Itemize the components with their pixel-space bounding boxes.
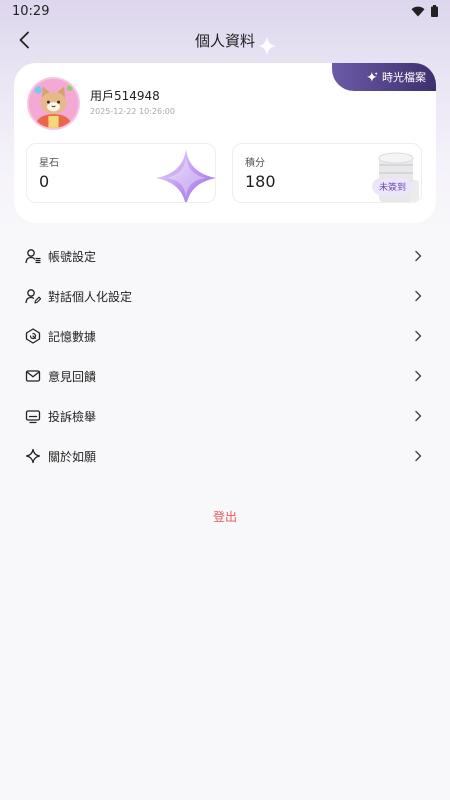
menu-item-memory-data[interactable]: 記憶數據 [0,316,450,356]
coin-stack-icon [378,152,419,202]
memory-icon [25,328,41,344]
points-stat[interactable]: 積分 180 未簽到 [232,143,422,203]
sparkle-decoration-icon [258,36,276,56]
chevron-right-icon [414,249,424,263]
report-icon [25,408,41,424]
menu-item-account-settings[interactable]: 帳號設定 [0,236,450,276]
menu-label: 記憶數據 [48,329,97,344]
menu-label: 帳號設定 [48,249,97,264]
page-header: 個人資料 [0,22,450,58]
menu-item-report[interactable]: 投訴檢舉 [0,396,450,436]
stat-label: 星石 [39,158,59,169]
avatar[interactable] [27,77,80,130]
logout-button[interactable]: 登出 [0,508,450,525]
chevron-right-icon [414,369,424,383]
sparkle-icon [25,448,41,464]
status-time: 10:29 [12,3,50,19]
wifi-icon [411,6,425,16]
stardust-stat[interactable]: 星石 0 [26,143,216,203]
stat-label: 積分 [245,158,265,169]
checkin-badge[interactable]: 未簽到 [372,178,414,195]
user-settings-icon [25,248,41,264]
chevron-right-icon [414,409,424,423]
time-archive-label: 時光檔案 [382,71,426,84]
status-bar: 10:29 [0,0,450,22]
cat-avatar-icon [29,79,78,128]
stat-value: 180 [245,172,276,191]
user-edit-icon [25,288,41,304]
menu-label: 關於如願 [48,449,97,464]
chevron-right-icon [414,289,424,303]
menu-label: 意見回饋 [48,369,97,384]
battery-icon [431,5,438,17]
mail-icon [25,368,41,384]
profile-card: 時光檔案 用戶514948 2025-12-22 10:26:00 星石 0 積… [14,63,436,223]
username: 用戶514948 [90,89,160,103]
menu-label: 投訴檢舉 [48,409,97,424]
chevron-left-icon [19,31,29,49]
menu-item-chat-personalization[interactable]: 對話個人化設定 [0,276,450,316]
back-button[interactable] [12,28,36,52]
time-archive-tag[interactable]: 時光檔案 [332,63,436,91]
menu-item-about[interactable]: 關於如願 [0,436,450,476]
stat-value: 0 [39,172,50,191]
menu-item-feedback[interactable]: 意見回饋 [0,356,450,396]
menu-label: 對話個人化設定 [48,289,133,304]
chevron-right-icon [414,329,424,343]
page-title: 個人資料 [194,31,255,50]
settings-menu: 帳號設定 對話個人化設定 記憶數據 意見回饋 投訴檢舉 關於如願 [0,236,450,476]
user-timestamp: 2025-12-22 10:26:00 [90,107,175,116]
star-crystal-icon [156,149,215,202]
chevron-right-icon [414,449,424,463]
sparkle-icon [367,71,378,82]
